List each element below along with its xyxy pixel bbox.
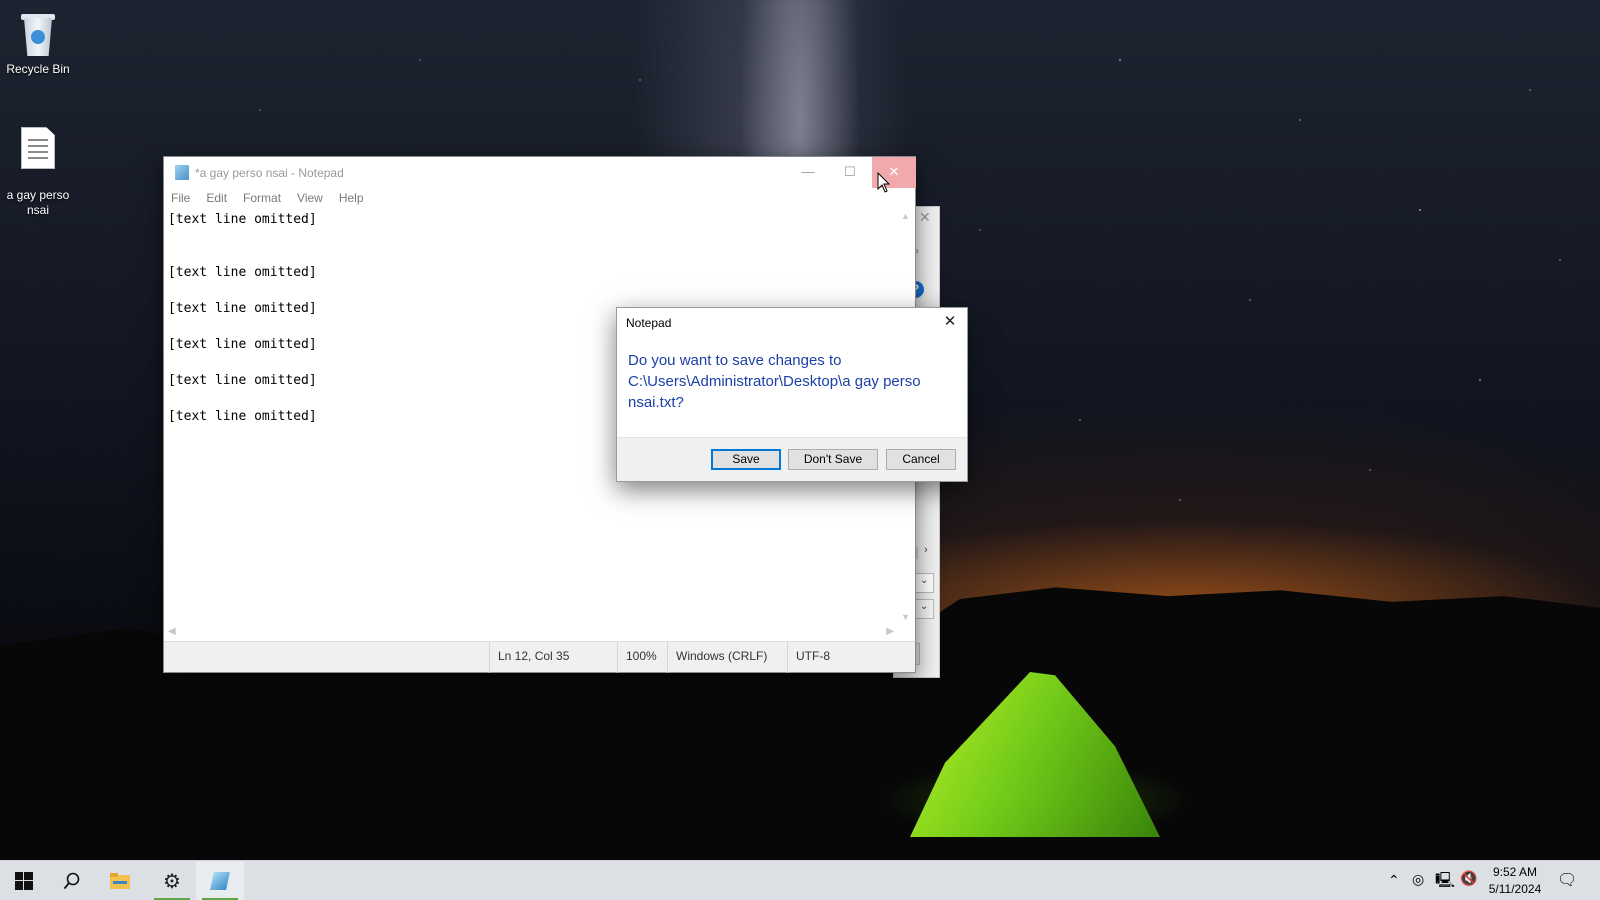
menu-format[interactable]: Format [243, 188, 281, 208]
desktop-icon-text-file[interactable]: a gay perso nsai [0, 112, 76, 218]
scroll-left-icon[interactable]: ◀ [168, 626, 176, 637]
search-icon [63, 872, 80, 890]
scroll-down-icon[interactable]: ▼ [901, 612, 910, 622]
menu-help[interactable]: Help [339, 188, 364, 208]
close-icon[interactable]: ✕ [919, 209, 931, 226]
menu-view[interactable]: View [297, 188, 323, 208]
dialog-title: Notepad [626, 316, 672, 330]
scroll-up-icon[interactable]: ▲ [901, 211, 910, 221]
menu-bar: File Edit Format View Help [164, 188, 915, 208]
webcam-icon[interactable]: ◎ [1412, 871, 1424, 888]
mouse-cursor-icon [877, 172, 891, 193]
file-explorer-button[interactable] [96, 861, 144, 900]
notepad-icon [175, 165, 189, 180]
status-bar: Ln 12, Col 35 100% Windows (CRLF) UTF-8 [164, 641, 915, 673]
chevron-right-icon[interactable]: › [924, 544, 928, 556]
desktop-icon-recycle-bin[interactable]: Recycle Bin [0, 10, 76, 77]
title-bar[interactable]: *a gay perso nsai - Notepad — ☐ ✕ [164, 157, 916, 188]
menu-edit[interactable]: Edit [206, 188, 227, 208]
settings-icon: ⚙ [163, 871, 181, 893]
chevron-down-icon: ⌄ [920, 575, 929, 586]
network-icon[interactable]: 🖳 [1435, 870, 1455, 895]
minimize-button[interactable]: — [786, 157, 830, 188]
text-line: [text line omitted] [168, 265, 317, 280]
maximize-button[interactable]: ☐ [828, 157, 872, 188]
settings-button[interactable]: ⚙ [148, 861, 196, 900]
chevron-up-icon[interactable]: ⌃ [1388, 872, 1400, 889]
text-file-icon [21, 127, 55, 169]
notepad-icon [210, 872, 230, 890]
dialog-footer: Save Don't Save Cancel [617, 437, 967, 481]
status-line-endings: Windows (CRLF) [667, 642, 787, 673]
save-button[interactable]: Save [711, 449, 781, 470]
status-encoding: UTF-8 [787, 642, 915, 673]
notifications-icon[interactable]: 🗨 [1557, 870, 1577, 890]
file-explorer-icon [110, 873, 130, 889]
start-icon [15, 872, 33, 890]
start-button[interactable] [0, 861, 48, 900]
notepad-taskbar-button[interactable] [196, 861, 244, 900]
dialog-message: Do you want to save changes to C:\Users\… [628, 352, 921, 411]
close-icon[interactable]: ✕ [939, 311, 961, 333]
taskbar: ⚙ ⌃ ◎ 🖳 🔇 9:52 AM 5/11/2024 🗨 [0, 860, 1600, 900]
dont-save-button[interactable]: Don't Save [788, 449, 878, 470]
status-zoom: 100% [617, 642, 667, 673]
clock-date[interactable]: 5/11/2024 [1480, 882, 1550, 896]
menu-file[interactable]: File [171, 188, 190, 208]
chevron-down-icon: ⌄ [920, 601, 929, 612]
save-changes-dialog: Notepad ✕ Do you want to save changes to… [616, 307, 968, 482]
desktop-icon-label: Recycle Bin [6, 62, 70, 76]
search-button[interactable] [48, 861, 96, 900]
text-line: [text line omitted] [168, 212, 317, 227]
horizontal-scrollbar[interactable]: ◀ ▶ [165, 624, 897, 641]
status-position: Ln 12, Col 35 [489, 642, 617, 673]
window-title: *a gay perso nsai - Notepad [195, 166, 344, 180]
desktop-icon-label: a gay perso nsai [6, 188, 70, 217]
scroll-right-icon[interactable]: ▶ [886, 626, 894, 637]
volume-muted-icon[interactable]: 🔇 [1460, 870, 1477, 887]
cancel-button[interactable]: Cancel [886, 449, 956, 470]
recycle-bin-icon [18, 10, 58, 58]
clock-time[interactable]: 9:52 AM [1480, 865, 1550, 879]
